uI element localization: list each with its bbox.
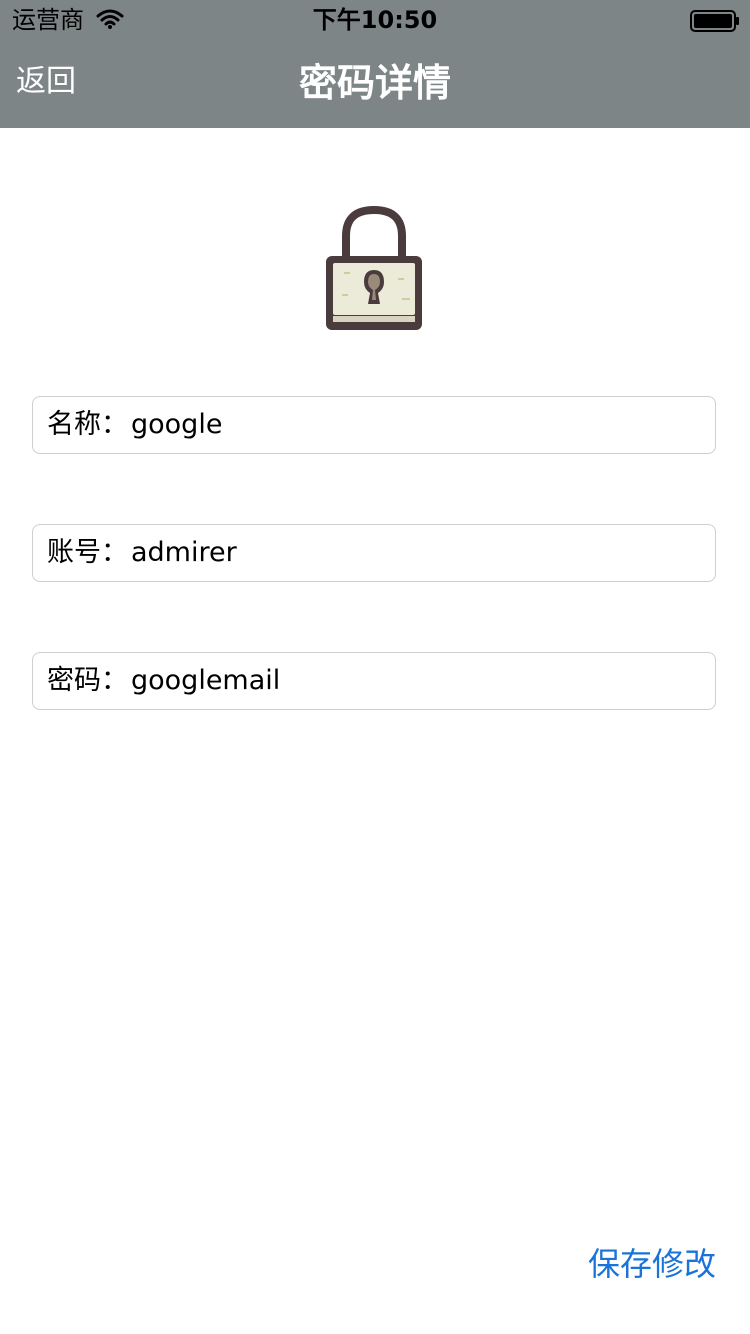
account-field[interactable]: 账号： admirer — [32, 524, 716, 582]
password-field-label: 密码： — [47, 665, 128, 696]
padlock-icon — [326, 206, 422, 330]
page-title: 密码详情 — [298, 61, 451, 105]
name-field-label: 名称： — [47, 409, 128, 440]
name-field-value[interactable]: google — [131, 409, 222, 441]
password-field-value[interactable]: googlemail — [131, 665, 280, 697]
account-field-value[interactable]: admirer — [131, 537, 237, 569]
status-bar: 运营商 下午10:50 — [0, 0, 750, 40]
save-changes-button[interactable]: 保存修改 — [588, 1244, 716, 1284]
name-field[interactable]: 名称： google — [32, 396, 716, 454]
battery-icon — [690, 10, 739, 32]
password-field[interactable]: 密码： googlemail — [32, 652, 716, 710]
status-time: 下午10:50 — [312, 6, 438, 34]
navigation-bar: 运营商 下午10:50 返回 密码详情 — [0, 0, 750, 128]
account-field-label: 账号： — [47, 537, 128, 568]
